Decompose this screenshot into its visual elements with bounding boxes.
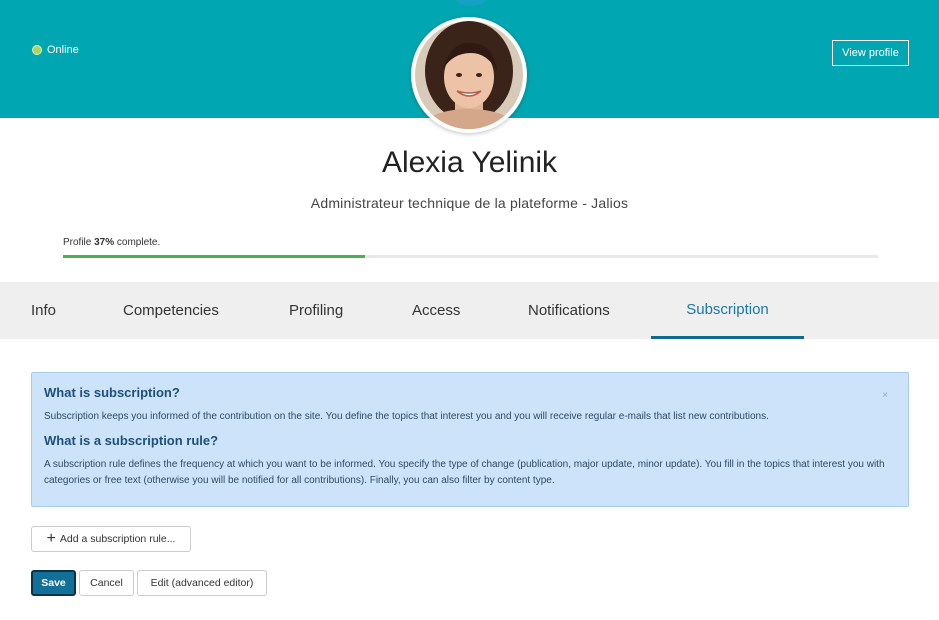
plus-icon: + (46, 530, 56, 547)
add-subscription-rule-button[interactable]: + Add a subscription rule... (31, 526, 191, 552)
profile-subtitle: Administrateur technique de la plateform… (310, 195, 629, 211)
profile-progress-label: Profile 37% complete. (63, 237, 160, 248)
tab-info[interactable]: Info (31, 282, 56, 339)
status-dot-icon (32, 45, 42, 55)
info-title-subscription: What is subscription? (44, 385, 180, 400)
info-title-rule: What is a subscription rule? (44, 433, 219, 448)
tab-profiling[interactable]: Profiling (289, 282, 343, 339)
tab-subscription[interactable]: Subscription (651, 282, 804, 339)
close-icon[interactable]: × (882, 390, 888, 401)
info-text-subscription: Subscription keeps you informed of the c… (44, 411, 769, 422)
progress-suffix: complete. (114, 237, 161, 248)
cancel-button[interactable]: Cancel (79, 570, 134, 596)
avatar-photo-icon (415, 21, 523, 129)
decorative-dot (456, 0, 486, 6)
profile-progress-fill (63, 255, 365, 258)
tab-competencies[interactable]: Competencies (123, 282, 219, 339)
add-rule-label: Add a subscription rule... (59, 533, 176, 545)
status-label: Online (47, 44, 79, 56)
subscription-info-box: × What is subscription? Subscription kee… (31, 372, 909, 507)
view-profile-button[interactable]: View profile (832, 40, 909, 66)
profile-name: Alexia Yelinik (381, 146, 558, 179)
avatar[interactable] (411, 17, 527, 133)
progress-percent: 37% (94, 237, 115, 248)
profile-tabs: Info Competencies Profiling Access Notif… (0, 282, 939, 339)
save-button[interactable]: Save (31, 570, 76, 596)
progress-prefix: Profile (63, 237, 95, 248)
tab-notifications[interactable]: Notifications (528, 282, 610, 339)
profile-progress-bar (63, 255, 878, 258)
online-status: Online (32, 44, 79, 56)
edit-advanced-button[interactable]: Edit (advanced editor) (137, 570, 267, 596)
info-text-rule: A subscription rule defines the frequenc… (44, 459, 885, 486)
tab-access[interactable]: Access (412, 282, 460, 339)
